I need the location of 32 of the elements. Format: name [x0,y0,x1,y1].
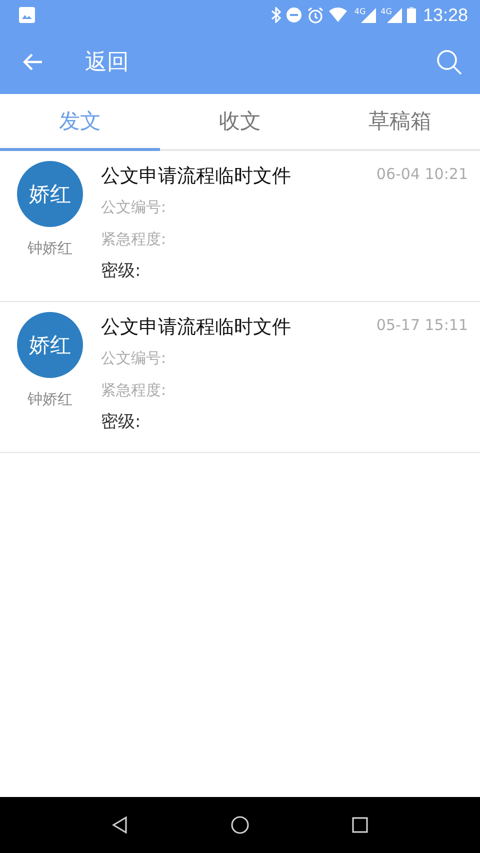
clock-time: 13:28 [422,4,468,26]
tab[interactable]: 收文 [160,94,320,151]
back-arrow-icon[interactable] [23,53,43,71]
battery-icon [406,7,416,23]
secrecy-label: 密级: [101,260,142,283]
sender-name: 钟娇红 [28,390,72,409]
back-icon[interactable] [112,816,128,834]
image-icon [18,6,36,24]
avatar: 娇红 [17,312,83,378]
back-label[interactable]: 返回 [85,47,129,77]
tab[interactable]: 草稿箱 [320,94,480,151]
sender-name: 钟娇红 [28,239,72,258]
avatar: 娇红 [17,161,83,227]
field-label: 紧急程度: [101,380,168,401]
field-label: 公文编号: [101,348,168,369]
secrecy-label: 密级: [101,411,142,434]
document-time: 05-17 15:11 [376,315,468,336]
tab[interactable]: 发文 [0,94,160,151]
document-time: 06-04 10:21 [376,164,468,185]
bluetooth-icon [271,7,282,23]
document-title[interactable]: 公文申请流程临时文件 [101,161,376,191]
document-title[interactable]: 公文申请流程临时文件 [101,312,376,342]
recents-icon[interactable] [352,817,368,833]
home-icon[interactable] [230,816,249,834]
network-type: 4G [380,8,392,16]
wifi-icon [329,7,350,23]
field-label: 公文编号: [101,197,168,218]
alarm-icon [307,6,324,24]
field-label: 紧急程度: [101,229,168,250]
search-icon[interactable] [436,49,462,75]
do-not-disturb-icon [286,7,302,23]
network-type: 4G [354,8,366,16]
